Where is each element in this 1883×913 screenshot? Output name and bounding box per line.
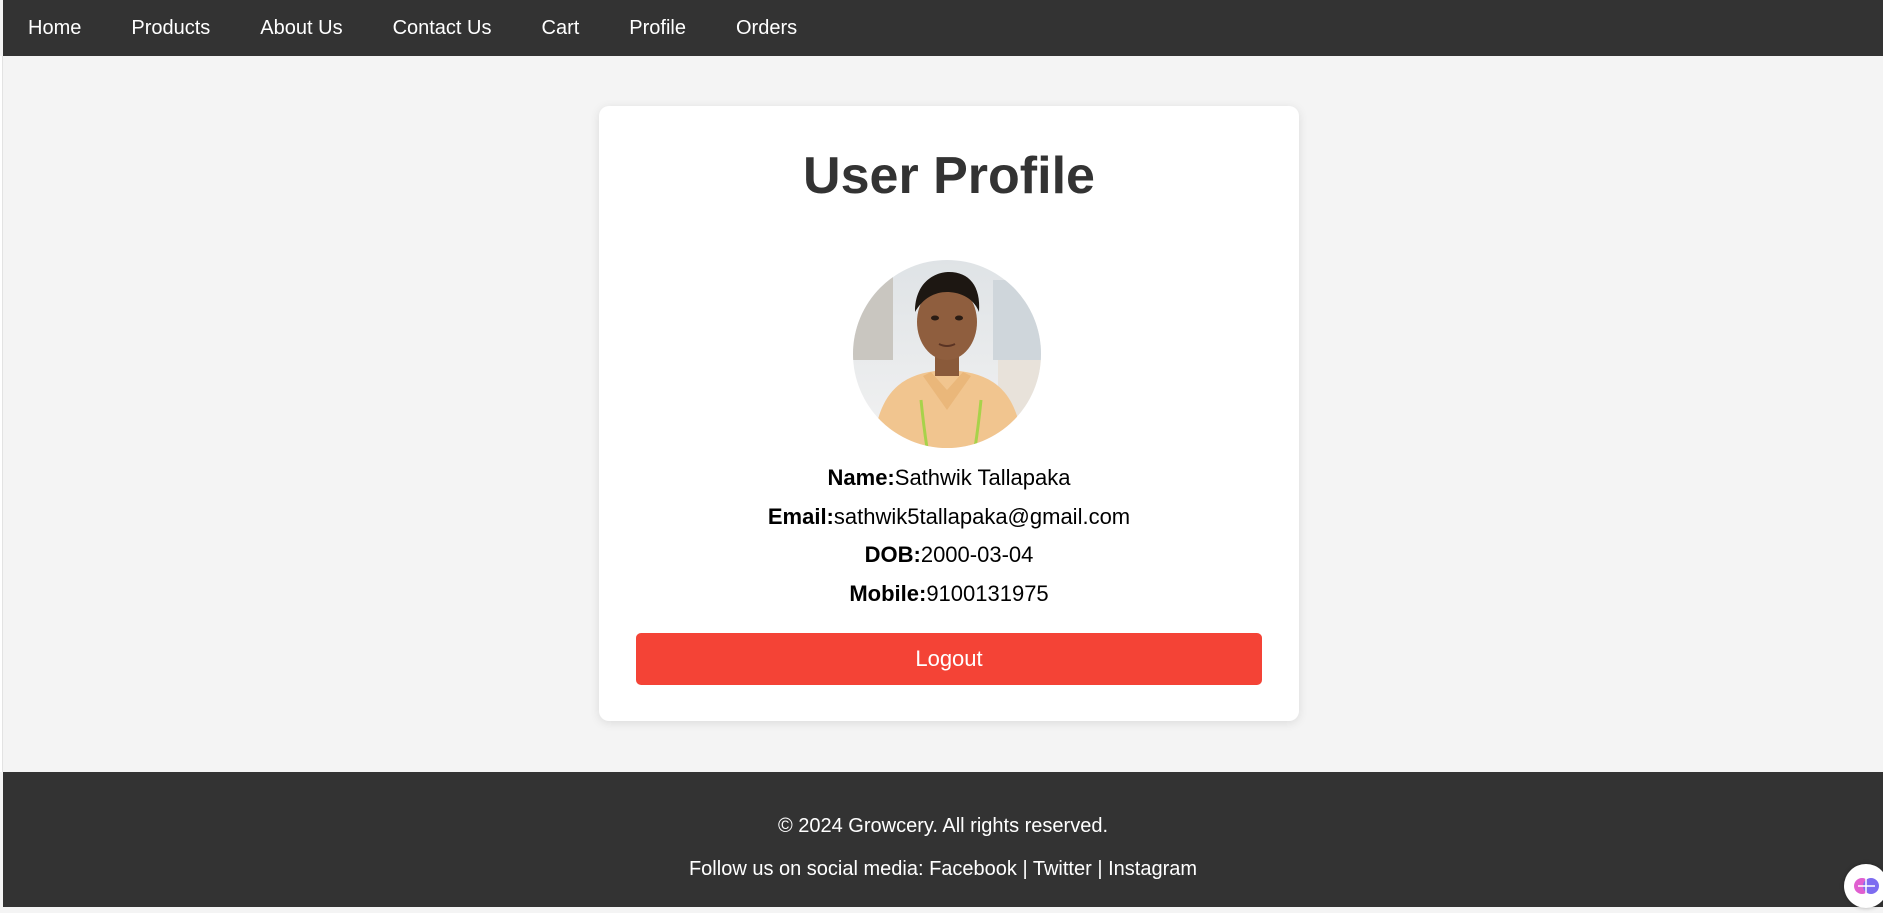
profile-email-row: Email:sathwik5tallapaka@gmail.com (599, 503, 1299, 531)
page-left-border (0, 56, 3, 772)
top-nav: Home Products About Us Contact Us Cart P… (3, 0, 1883, 56)
profile-mobile-row: Mobile:9100131975 (599, 580, 1299, 608)
nav-about-us[interactable]: About Us (235, 0, 367, 56)
profile-name-row: Name:Sathwik Tallapaka (599, 464, 1299, 492)
footer-social: Follow us on social media: Facebook | Tw… (3, 856, 1883, 882)
nav-orders[interactable]: Orders (711, 0, 822, 56)
name-value: Sathwik Tallapaka (894, 465, 1071, 490)
mobile-value: 9100131975 (926, 581, 1049, 606)
profile-card: User Profile Name:Sathwik Tallapaka Emai… (599, 106, 1299, 721)
email-value: sathwik5tallapaka@gmail.com (833, 504, 1131, 529)
brain-icon (1854, 878, 1879, 894)
avatar (853, 260, 1041, 448)
dob-label: DOB: (864, 542, 921, 567)
dob-value: 2000-03-04 (920, 542, 1034, 567)
separator: | (1016, 858, 1033, 880)
footer: © 2024 Growcery. All rights reserved. Fo… (3, 772, 1883, 907)
nav-cart[interactable]: Cart (517, 0, 605, 56)
profile-dob-row: DOB:2000-03-04 (599, 541, 1299, 569)
user-photo-icon (853, 260, 1041, 448)
page-title: User Profile (803, 147, 1095, 205)
separator: | (1091, 858, 1109, 880)
facebook-link[interactable]: Facebook (929, 858, 1017, 880)
nav-products[interactable]: Products (106, 0, 235, 56)
footer-copyright: © 2024 Growcery. All rights reserved. (777, 815, 1109, 837)
email-label: Email: (767, 504, 834, 529)
nav-profile[interactable]: Profile (604, 0, 711, 56)
assistant-widget-button[interactable] (1844, 864, 1883, 908)
twitter-link[interactable]: Twitter (1033, 858, 1092, 880)
instagram-link[interactable]: Instagram (1108, 858, 1197, 880)
nav-contact-us[interactable]: Contact Us (368, 0, 517, 56)
nav-home[interactable]: Home (3, 0, 106, 56)
follow-text: Follow us on social media: (688, 858, 930, 880)
logout-button[interactable]: Logout (636, 633, 1262, 685)
mobile-label: Mobile: (849, 581, 927, 606)
name-label: Name: (827, 465, 895, 490)
